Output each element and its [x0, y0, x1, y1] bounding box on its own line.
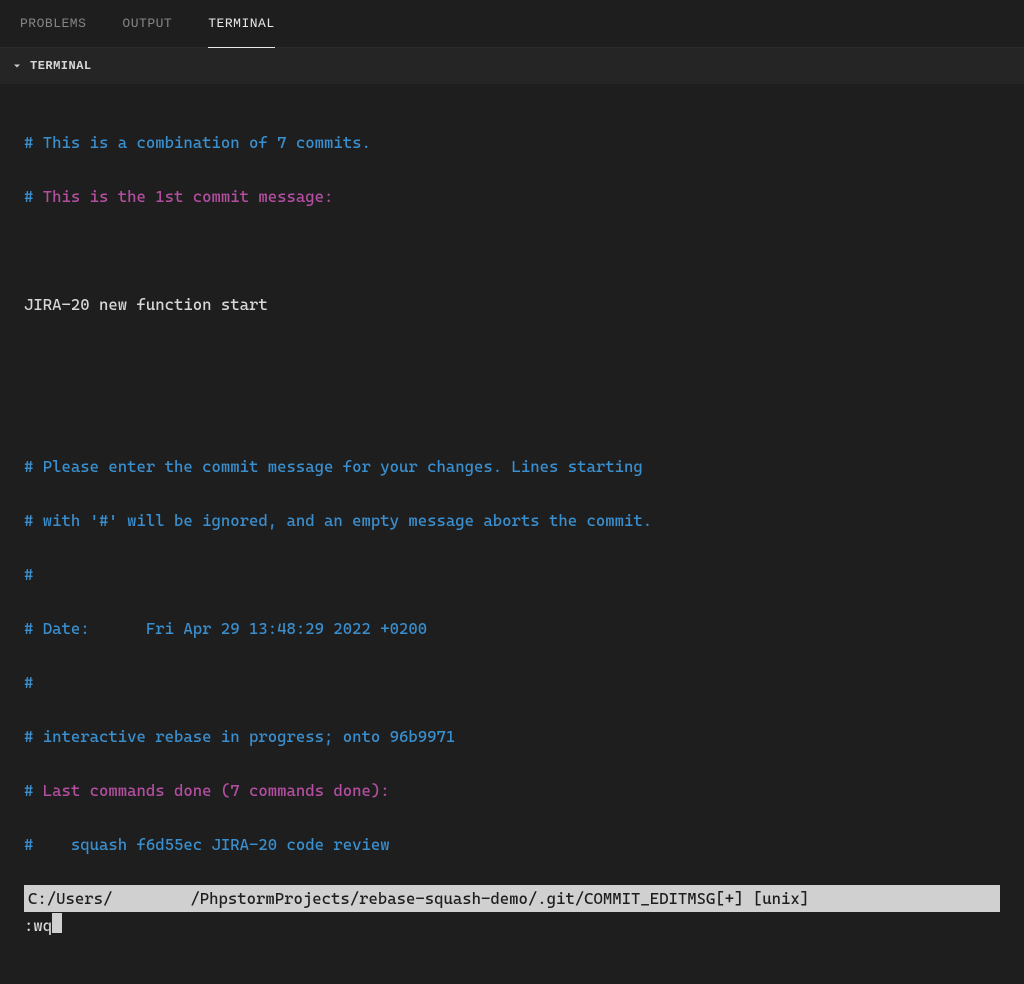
- comment-text: This is the 1st commit message:: [43, 187, 334, 206]
- chevron-down-icon: [10, 59, 24, 73]
- comment-text: This is a combination of 7 commits.: [43, 133, 371, 152]
- tab-problems[interactable]: PROBLEMS: [20, 0, 86, 48]
- terminal-line-empty: [24, 399, 1000, 426]
- comment-text: #: [24, 565, 33, 584]
- vim-command-line[interactable]: :wq: [24, 912, 1000, 939]
- comment-text: Last commands done (7 commands done):: [43, 781, 390, 800]
- terminal-line: # Please enter the commit message for yo…: [24, 453, 1000, 480]
- terminal-line: # with '#' will be ignored, and an empty…: [24, 507, 1000, 534]
- comment-text: # interactive rebase in progress; onto 9…: [24, 727, 455, 746]
- tab-output[interactable]: OUTPUT: [122, 0, 172, 48]
- terminal-line-empty: [24, 237, 1000, 264]
- comment-text: # Please enter the commit message for yo…: [24, 457, 643, 476]
- terminal-line: # Last commands done (7 commands done):: [24, 777, 1000, 804]
- terminal-line: # Date: Fri Apr 29 13:48:29 2022 +0200: [24, 615, 1000, 642]
- terminal-line: # squash f6d55ec JIRA-20 code review: [24, 831, 1000, 858]
- status-path-suffix: /PhpstormProjects/rebase-squash-demo/.gi…: [190, 889, 809, 908]
- vim-status-bar: C:/Users/ /PhpstormProjects/rebase-squash…: [24, 885, 1000, 912]
- vim-command: :wq: [24, 916, 52, 935]
- panel-tabs: PROBLEMS OUTPUT TERMINAL: [0, 0, 1024, 48]
- comment-text: # with '#' will be ignored, and an empty…: [24, 511, 652, 530]
- redacted-user: [112, 888, 190, 908]
- comment-text: # squash f6d55ec JIRA-20 code review: [24, 835, 390, 854]
- comment-text: #: [24, 673, 33, 692]
- terminal-line: # This is the 1st commit message:: [24, 183, 1000, 210]
- terminal-line: JIRA-20 new function start: [24, 291, 1000, 318]
- terminal-line: #: [24, 669, 1000, 696]
- comment-text: # Date: Fri Apr 29 13:48:29 2022 +0200: [24, 619, 427, 638]
- comment-hash: #: [24, 187, 43, 206]
- terminal-line: # This is a combination of 7 commits.: [24, 129, 1000, 156]
- terminal-line-empty: [24, 345, 1000, 372]
- status-path-prefix: C:/Users/: [28, 889, 112, 908]
- terminal-line: # interactive rebase in progress; onto 9…: [24, 723, 1000, 750]
- cursor: [52, 913, 62, 933]
- terminal-line: #: [24, 561, 1000, 588]
- terminal-section-header[interactable]: TERMINAL: [0, 48, 1024, 84]
- commit-message: JIRA-20 new function start: [24, 295, 268, 314]
- terminal-content[interactable]: # This is a combination of 7 commits. # …: [0, 84, 1024, 984]
- section-title: TERMINAL: [30, 59, 92, 73]
- comment-hash: #: [24, 133, 43, 152]
- tab-terminal[interactable]: TERMINAL: [208, 0, 274, 48]
- comment-hash: #: [24, 781, 43, 800]
